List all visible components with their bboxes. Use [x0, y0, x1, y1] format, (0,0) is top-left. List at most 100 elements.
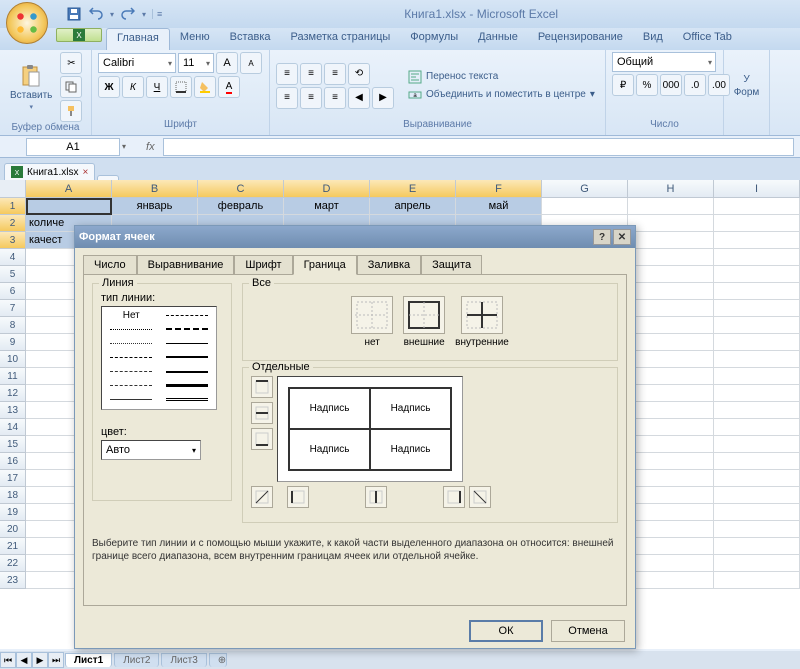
cell[interactable] [26, 198, 112, 215]
line-style-item[interactable] [160, 380, 215, 392]
decrease-font-button[interactable]: A [240, 52, 262, 74]
sheet-nav-prev[interactable]: ◀ [16, 652, 32, 668]
line-style-item[interactable] [104, 366, 159, 378]
tab-page-layout[interactable]: Разметка страницы [281, 28, 401, 50]
line-style-none[interactable]: Нет [104, 309, 159, 321]
font-name-combo[interactable]: Calibri [98, 53, 176, 73]
italic-button[interactable]: К [122, 76, 144, 98]
row-header[interactable]: 3 [0, 232, 26, 249]
namebox-dropdown-icon[interactable]: ▾ [122, 142, 126, 151]
column-header[interactable]: A [26, 180, 112, 198]
cell[interactable] [714, 266, 800, 283]
tab-insert[interactable]: Вставка [220, 28, 281, 50]
border-diag-down-button[interactable] [469, 486, 491, 508]
border-right-button[interactable] [443, 486, 465, 508]
cell[interactable] [714, 419, 800, 436]
paste-button[interactable]: Вставить ▾ [6, 62, 56, 113]
row-header[interactable]: 9 [0, 334, 26, 351]
cell[interactable] [714, 334, 800, 351]
align-center-button[interactable]: ≡ [300, 87, 322, 109]
row-header[interactable]: 10 [0, 351, 26, 368]
cell[interactable] [628, 385, 714, 402]
sheet-tab-1[interactable]: Лист1 [65, 653, 112, 667]
line-style-item[interactable] [104, 351, 159, 363]
percent-button[interactable]: % [636, 74, 658, 96]
cell[interactable] [628, 215, 714, 232]
border-bottom-button[interactable] [251, 428, 273, 450]
cell[interactable] [628, 572, 714, 589]
cell[interactable] [714, 317, 800, 334]
row-header[interactable]: 14 [0, 419, 26, 436]
cancel-button[interactable]: Отмена [551, 620, 625, 642]
row-header[interactable]: 18 [0, 487, 26, 504]
row-header[interactable]: 5 [0, 266, 26, 283]
dialog-tab-border[interactable]: Граница [293, 255, 357, 275]
column-header[interactable]: F [456, 180, 542, 198]
bold-button[interactable]: Ж [98, 76, 120, 98]
preset-outer-button[interactable]: внешние [403, 296, 445, 348]
cell[interactable] [628, 555, 714, 572]
cell[interactable] [628, 504, 714, 521]
cell[interactable] [628, 402, 714, 419]
line-style-item[interactable] [104, 337, 159, 349]
row-header[interactable]: 23 [0, 572, 26, 589]
align-left-button[interactable]: ≡ [276, 87, 298, 109]
align-top-button[interactable]: ≡ [276, 63, 298, 85]
redo-icon[interactable] [120, 6, 136, 22]
row-header[interactable]: 12 [0, 385, 26, 402]
cell[interactable] [714, 232, 800, 249]
row-header[interactable]: 6 [0, 283, 26, 300]
line-style-item[interactable] [160, 337, 215, 349]
cell[interactable]: февраль [198, 198, 284, 215]
cell[interactable] [714, 351, 800, 368]
tab-view[interactable]: Вид [633, 28, 673, 50]
cell[interactable] [714, 487, 800, 504]
cell[interactable] [714, 249, 800, 266]
number-format-combo[interactable]: Общий [612, 52, 716, 72]
row-header[interactable]: 20 [0, 521, 26, 538]
fill-color-button[interactable] [194, 76, 216, 98]
color-combo[interactable]: Авто [101, 440, 201, 460]
chevron-down-icon[interactable]: ▾ [142, 10, 146, 19]
cell[interactable] [628, 334, 714, 351]
workbook-tab[interactable]: X Книга1.xlsx × [4, 163, 95, 180]
line-style-item[interactable] [104, 323, 159, 335]
align-bottom-button[interactable]: ≡ [324, 63, 346, 85]
cell[interactable] [714, 385, 800, 402]
column-header[interactable]: H [628, 180, 714, 198]
increase-font-button[interactable]: A [216, 52, 238, 74]
dialog-tab-alignment[interactable]: Выравнивание [137, 255, 235, 275]
name-box[interactable]: A1 [26, 138, 120, 156]
close-button[interactable]: ✕ [613, 229, 631, 245]
cell[interactable] [714, 368, 800, 385]
row-header[interactable]: 4 [0, 249, 26, 266]
cell[interactable] [714, 453, 800, 470]
cell[interactable] [628, 436, 714, 453]
cell[interactable] [628, 198, 714, 215]
cell[interactable] [628, 419, 714, 436]
undo-icon[interactable] [88, 6, 104, 22]
cell[interactable] [628, 232, 714, 249]
preset-none-button[interactable]: нет [351, 296, 393, 348]
row-header[interactable]: 15 [0, 436, 26, 453]
border-diag-up-button[interactable] [251, 486, 273, 508]
cell[interactable] [714, 504, 800, 521]
sheet-nav-first[interactable]: ⏮ [0, 652, 16, 668]
border-left-button[interactable] [287, 486, 309, 508]
align-right-button[interactable]: ≡ [324, 87, 346, 109]
column-header[interactable]: I [714, 180, 800, 198]
row-header[interactable]: 2 [0, 215, 26, 232]
sheet-tab-2[interactable]: Лист2 [114, 653, 159, 667]
tab-formulas[interactable]: Формулы [400, 28, 468, 50]
cell[interactable] [714, 300, 800, 317]
column-header[interactable]: D [284, 180, 370, 198]
sheet-nav-next[interactable]: ▶ [32, 652, 48, 668]
tab-menu[interactable]: Меню [170, 28, 220, 50]
row-header[interactable]: 21 [0, 538, 26, 555]
increase-indent-button[interactable]: ▶ [372, 87, 394, 109]
tab-data[interactable]: Данные [468, 28, 528, 50]
cell[interactable] [714, 198, 800, 215]
cell[interactable] [714, 521, 800, 538]
cell[interactable] [628, 368, 714, 385]
row-header[interactable]: 8 [0, 317, 26, 334]
